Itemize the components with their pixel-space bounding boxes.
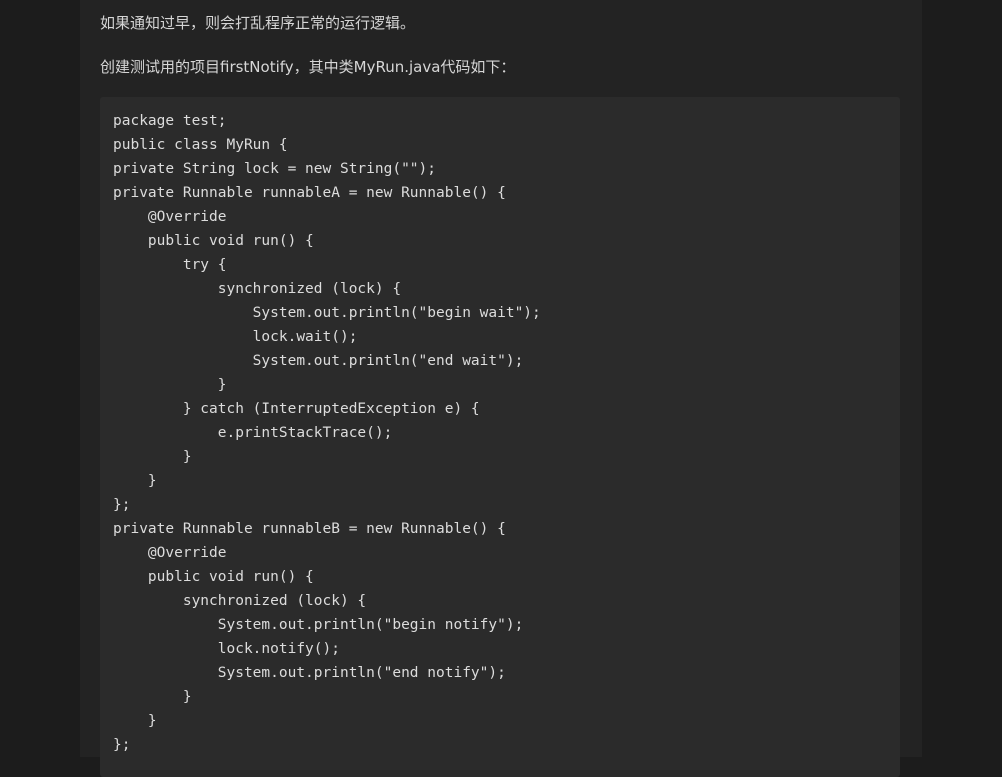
code-line: } bbox=[113, 449, 192, 465]
code-line: System.out.println("begin wait"); bbox=[113, 305, 541, 321]
code-line: private Runnable runnableB = new Runnabl… bbox=[113, 521, 506, 537]
paragraph-create-project: 创建测试用的项目firstNotify，其中类MyRun.java代码如下： bbox=[100, 58, 516, 76]
code-line: System.out.println("end notify"); bbox=[113, 665, 506, 681]
code-line: synchronized (lock) { bbox=[113, 593, 367, 609]
code-line: } bbox=[113, 473, 157, 489]
code-line: package test; bbox=[113, 113, 227, 129]
code-lines: package test; public class MyRun { private… bbox=[113, 109, 541, 757]
code-line: synchronized (lock) { bbox=[113, 281, 402, 297]
code-line: System.out.println("end wait"); bbox=[113, 353, 524, 369]
code-line: } bbox=[113, 713, 157, 729]
code-line: private String lock = new String(""); bbox=[113, 161, 437, 177]
code-line: } bbox=[113, 377, 227, 393]
code-line: @Override bbox=[113, 545, 227, 561]
left-gutter bbox=[0, 0, 80, 757]
code-line: System.out.println("begin notify"); bbox=[113, 617, 524, 633]
code-line: lock.wait(); bbox=[113, 329, 358, 345]
code-line: try { bbox=[113, 257, 227, 273]
code-block[interactable]: package test; public class MyRun { private… bbox=[100, 97, 900, 777]
right-gutter bbox=[922, 0, 1002, 757]
code-line: lock.notify(); bbox=[113, 641, 340, 657]
code-line: public class MyRun { bbox=[113, 137, 288, 153]
code-line: public void run() { bbox=[113, 233, 314, 249]
code-line: } catch (InterruptedException e) { bbox=[113, 401, 480, 417]
code-line: } bbox=[113, 689, 192, 705]
code-line: e.printStackTrace(); bbox=[113, 425, 393, 441]
article-content: 如果通知过早，则会打乱程序正常的运行逻辑。 创建测试用的项目firstNotif… bbox=[80, 0, 922, 777]
code-line: }; bbox=[113, 737, 131, 753]
code-line: }; bbox=[113, 497, 131, 513]
code-line: public void run() { bbox=[113, 569, 314, 585]
paragraph-early-notify: 如果通知过早，则会打乱程序正常的运行逻辑。 bbox=[100, 14, 416, 32]
code-line: @Override bbox=[113, 209, 227, 225]
code-line: private Runnable runnableA = new Runnabl… bbox=[113, 185, 506, 201]
